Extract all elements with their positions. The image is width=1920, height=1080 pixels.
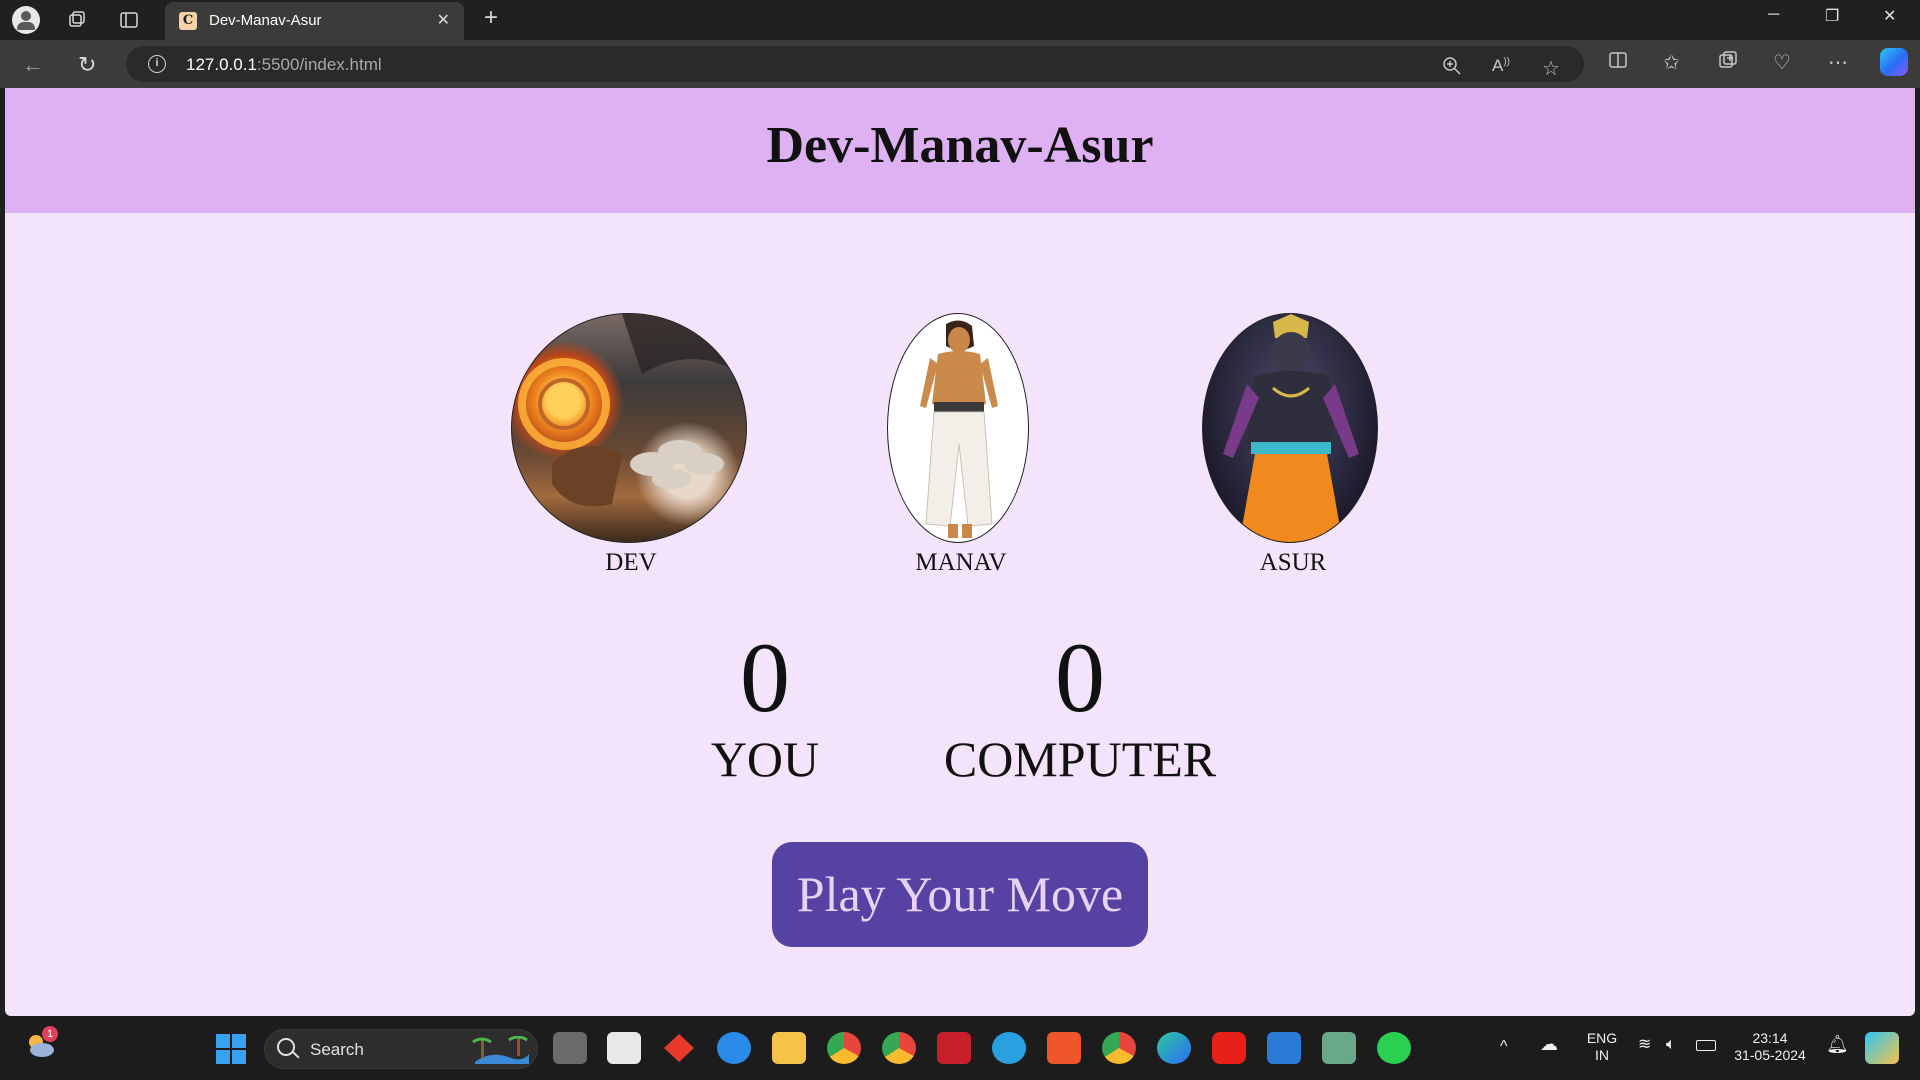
choice-label-dev: DEV	[605, 549, 657, 576]
language-indicator[interactable]: ENG IN	[1584, 1030, 1620, 1064]
weather-widget-icon[interactable]: 1	[24, 1026, 58, 1060]
new-tab-icon[interactable]: +	[478, 4, 504, 31]
score-computer-label: COMPUTER	[943, 731, 1217, 787]
app-diamond-icon[interactable]	[662, 1032, 696, 1064]
workspaces-icon[interactable]	[64, 8, 90, 32]
windows-start-icon[interactable]	[215, 1033, 247, 1065]
favorite-star-icon[interactable]: ☆	[1542, 56, 1560, 81]
clock-date: 31-05-2024	[1734, 1047, 1806, 1063]
asur-demon-image[interactable]	[1202, 313, 1378, 543]
clock[interactable]: 23:14 31-05-2024	[1734, 1030, 1806, 1064]
region-code: IN	[1595, 1047, 1609, 1063]
onedrive-icon[interactable]: ☁	[1540, 1035, 1558, 1053]
language-code: ENG	[1586, 1030, 1618, 1046]
edge-icon[interactable]	[1157, 1032, 1191, 1064]
page-header: Dev-Manav-Asur	[5, 88, 1915, 213]
microsoft-store-icon[interactable]	[607, 1032, 641, 1064]
show-hidden-icons-icon[interactable]: ^	[1500, 1038, 1508, 1055]
chrome-alt-profile-icon[interactable]	[1102, 1032, 1136, 1064]
manav-warrior-image[interactable]	[887, 313, 1029, 543]
volume-icon[interactable]: 🔈︎	[1666, 1036, 1676, 1053]
score-you-value: 0	[740, 622, 790, 733]
refresh-icon[interactable]: ↻	[78, 52, 96, 78]
youtube-icon[interactable]	[1212, 1032, 1246, 1064]
choice-dev[interactable]: DEV	[511, 313, 751, 577]
help-icon[interactable]	[717, 1032, 751, 1064]
score-you-label: YOU	[710, 731, 820, 787]
split-screen-icon[interactable]	[1608, 50, 1628, 76]
clock-time: 23:14	[1752, 1030, 1788, 1046]
tab-favicon-icon: C	[179, 12, 197, 30]
windows-taskbar: 1 Search ^ ☁ ENG IN ≋ 🔈︎ 23:14 31-05-202…	[0, 1016, 1920, 1080]
taskbar-search[interactable]: Search	[264, 1029, 538, 1069]
site-info-icon[interactable]: i	[148, 55, 166, 73]
url-text[interactable]: 127.0.0.1:5500/index.html	[186, 55, 382, 75]
wifi-icon[interactable]: ≋	[1638, 1036, 1651, 1053]
copilot-taskbar-icon[interactable]	[1865, 1032, 1899, 1064]
web-page: Dev-Manav-Asur DEV MANAV ASUR 0 YOU 0 CO…	[5, 88, 1915, 1016]
zoom-icon[interactable]	[1442, 56, 1462, 82]
collections-icon[interactable]	[1718, 50, 1738, 76]
browser-titlebar: C Dev-Manav-Asur ✕ + ─ ❐ ✕	[0, 0, 1920, 40]
choice-manav[interactable]: MANAV	[887, 313, 1035, 577]
browser-essentials-icon[interactable]: ♡	[1773, 50, 1791, 75]
mcafee-icon[interactable]	[937, 1032, 971, 1064]
vertical-tabs-icon[interactable]	[116, 8, 142, 32]
chatgpt-icon[interactable]	[1322, 1032, 1356, 1064]
search-label: Search	[310, 1040, 364, 1059]
address-bar[interactable]: i 127.0.0.1:5500/index.html A)) ☆	[126, 46, 1584, 82]
profile-icon[interactable]	[12, 6, 40, 34]
choice-label-asur: ASUR	[1259, 549, 1327, 576]
browser-tab[interactable]: C Dev-Manav-Asur ✕	[165, 2, 464, 40]
score-you: 0 YOU	[645, 628, 885, 788]
choice-asur[interactable]: ASUR	[1202, 313, 1384, 577]
whatsapp-icon[interactable]	[1377, 1032, 1411, 1064]
back-icon[interactable]: ←	[22, 52, 44, 78]
task-view-icon[interactable]	[553, 1032, 587, 1064]
tab-title: Dev-Manav-Asur	[209, 12, 322, 29]
file-explorer-icon[interactable]	[772, 1032, 806, 1064]
read-aloud-icon[interactable]: A))	[1492, 56, 1510, 76]
favorites-icon[interactable]: ✩	[1663, 50, 1680, 75]
minimize-icon[interactable]: ─	[1768, 6, 1779, 24]
choice-label-manav: MANAV	[915, 549, 1007, 576]
brave-icon[interactable]	[1047, 1032, 1081, 1064]
restore-icon[interactable]: ❐	[1825, 6, 1839, 26]
score-computer-value: 0	[1055, 622, 1105, 733]
battery-icon[interactable]	[1696, 1040, 1716, 1051]
window-close-icon[interactable]: ✕	[1883, 6, 1896, 26]
more-options-icon[interactable]: ⋯	[1828, 50, 1848, 75]
chrome-icon[interactable]	[827, 1032, 861, 1064]
vscode-icon[interactable]	[1267, 1032, 1301, 1064]
chrome-profile-icon[interactable]	[882, 1032, 916, 1064]
browser-toolbar: ← ↻ i 127.0.0.1:5500/index.html A)) ☆ ✩ …	[0, 40, 1920, 88]
copilot-icon[interactable]	[1880, 48, 1908, 76]
play-your-move-button[interactable]: Play Your Move	[772, 842, 1148, 947]
search-highlight-icon	[471, 1035, 531, 1064]
page-title: Dev-Manav-Asur	[766, 117, 1154, 174]
notification-bell-icon[interactable]: 🔔︎	[1826, 1035, 1849, 1053]
tab-close-icon[interactable]: ✕	[437, 10, 450, 30]
telegram-icon[interactable]	[992, 1032, 1026, 1064]
search-icon	[277, 1038, 295, 1056]
weather-badge: 1	[42, 1026, 58, 1042]
dev-chariot-image[interactable]	[511, 313, 747, 543]
score-computer: 0 COMPUTER	[925, 628, 1235, 788]
